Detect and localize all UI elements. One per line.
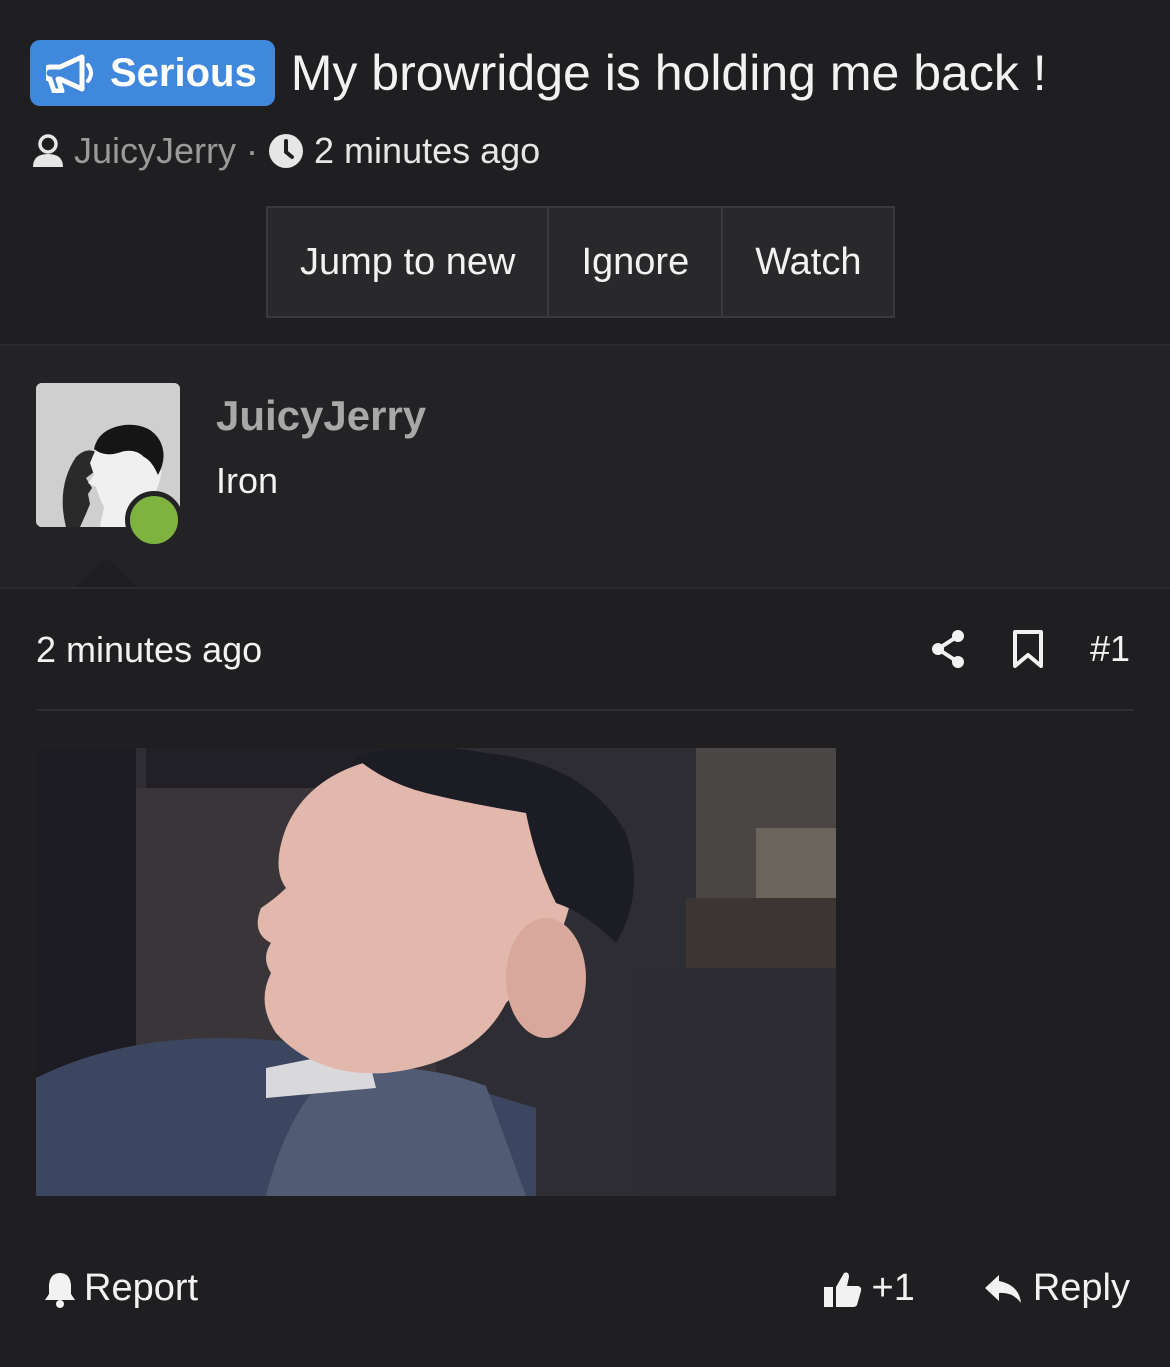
thread-title-row: Serious My browridge is holding me back … (30, 38, 1047, 108)
report-button[interactable]: Report (44, 1267, 198, 1310)
clock-icon (269, 134, 304, 168)
post-actions: #1 (930, 625, 1130, 673)
user-icon (33, 134, 63, 167)
post-time[interactable]: 2 minutes ago (36, 629, 262, 671)
prefix-label: Serious (110, 50, 257, 95)
thread-time[interactable]: 2 minutes ago (314, 130, 540, 172)
ignore-button[interactable]: Ignore (547, 208, 721, 316)
jump-to-new-button[interactable]: Jump to new (268, 208, 547, 316)
user-block-pointer (72, 558, 140, 590)
meta-separator: · (246, 130, 259, 171)
prefix-badge[interactable]: Serious (30, 40, 275, 106)
post-number[interactable]: #1 (1090, 628, 1130, 670)
thread-author[interactable]: JuicyJerry (74, 130, 236, 172)
bookmark-icon[interactable] (1010, 629, 1046, 669)
reply-button[interactable]: Reply (1033, 1267, 1130, 1310)
thread-header: Serious My browridge is holding me back … (0, 0, 1170, 345)
share-icon[interactable] (930, 629, 966, 669)
user-title: Iron (216, 460, 279, 501)
thread-meta: JuicyJerry · 2 minutes ago (30, 128, 540, 174)
thread-title: My browridge is holding me back ! (290, 45, 1047, 101)
thread-action-buttons: Jump to new Ignore Watch (266, 206, 896, 318)
post-image[interactable] (36, 748, 836, 1196)
post-username[interactable]: JuicyJerry (216, 392, 426, 440)
post-user-block: JuicyJerry Iron (0, 346, 1170, 590)
post-body: 2 minutes ago #1 Report +1 Reply (0, 589, 1170, 1367)
post-header-divider (36, 709, 1134, 711)
report-label: Report (84, 1267, 199, 1309)
reply-icon[interactable] (983, 1269, 1023, 1309)
post-footer-actions: +1 Reply (822, 1267, 1130, 1310)
thumbs-up-icon[interactable] (822, 1269, 862, 1309)
post-image-content (36, 748, 836, 1196)
online-status-dot (125, 491, 183, 549)
like-count[interactable]: +1 (872, 1267, 915, 1310)
watch-button[interactable]: Watch (721, 208, 893, 316)
bell-icon (45, 1272, 75, 1308)
megaphone-icon (46, 54, 93, 93)
